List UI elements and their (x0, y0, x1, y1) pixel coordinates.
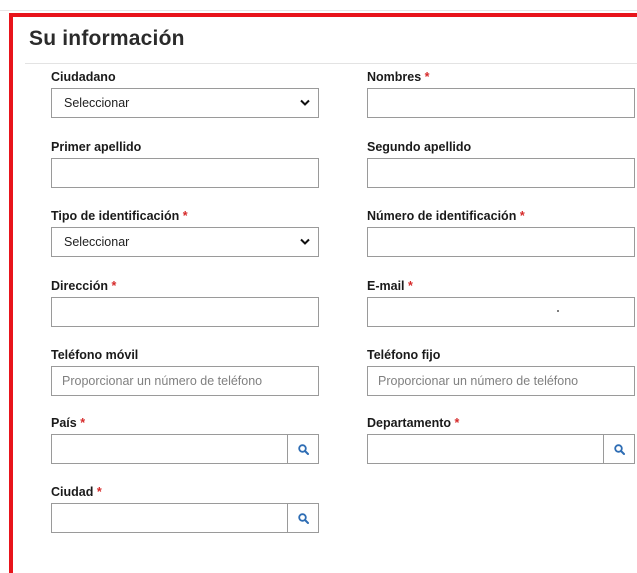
email-label: E-mail (367, 279, 405, 293)
chevron-down-icon (300, 99, 310, 106)
numero-identificacion-label: Número de identificación (367, 209, 517, 223)
pais-field: País * (51, 416, 319, 464)
chevron-down-icon (300, 238, 310, 245)
ciudad-label: Ciudad (51, 485, 94, 499)
ciudadano-select[interactable]: Seleccionar (51, 88, 319, 118)
page-top-strip (0, 0, 637, 11)
direccion-label: Dirección (51, 279, 108, 293)
section-title: Su información (29, 27, 185, 50)
input-artifact (557, 310, 559, 312)
required-marker: * (519, 209, 525, 223)
telefono-movil-input[interactable] (51, 366, 319, 396)
departamento-search-button[interactable] (603, 434, 635, 464)
ciudadano-field: Ciudadano Seleccionar (51, 70, 319, 118)
ciudad-field: Ciudad * (51, 485, 319, 533)
pais-input[interactable] (51, 434, 288, 464)
segundo-apellido-field: Segundo apellido (367, 140, 635, 188)
required-marker: * (454, 416, 460, 430)
required-marker: * (80, 416, 86, 430)
search-icon (298, 513, 309, 524)
departamento-input[interactable] (367, 434, 604, 464)
numero-identificacion-field: Número de identificación * (367, 209, 635, 257)
title-divider (25, 63, 637, 64)
email-input-wrap (367, 297, 635, 327)
tipo-identificacion-selected-value: Seleccionar (64, 235, 130, 249)
nombres-field: Nombres * (367, 70, 635, 118)
segundo-apellido-label: Segundo apellido (367, 140, 472, 154)
telefono-movil-field: Teléfono móvil (51, 348, 319, 396)
ciudad-search-button[interactable] (287, 503, 319, 533)
segundo-apellido-input[interactable] (367, 158, 635, 188)
pais-label: País (51, 416, 77, 430)
numero-identificacion-input[interactable] (367, 227, 635, 257)
email-field: E-mail * (367, 279, 635, 327)
departamento-lookup (367, 434, 635, 464)
required-marker: * (111, 279, 117, 293)
required-marker: * (424, 70, 430, 84)
primer-apellido-input[interactable] (51, 158, 319, 188)
direccion-input[interactable] (51, 297, 319, 327)
telefono-fijo-label: Teléfono fijo (367, 348, 441, 362)
your-information-panel: Su información Ciudadano Seleccionar Nom… (9, 13, 637, 573)
nombres-input[interactable] (367, 88, 635, 118)
pais-search-button[interactable] (287, 434, 319, 464)
ciudadano-label: Ciudadano (51, 70, 116, 84)
ciudad-input[interactable] (51, 503, 288, 533)
search-icon (298, 444, 309, 455)
departamento-label: Departamento (367, 416, 452, 430)
primer-apellido-label: Primer apellido (51, 140, 142, 154)
departamento-field: Departamento * (367, 416, 635, 464)
primer-apellido-field: Primer apellido (51, 140, 319, 188)
telefono-movil-label: Teléfono móvil (51, 348, 139, 362)
pais-lookup (51, 434, 319, 464)
ciudad-lookup (51, 503, 319, 533)
ciudadano-selected-value: Seleccionar (64, 96, 130, 110)
required-marker: * (182, 209, 188, 223)
tipo-identificacion-field: Tipo de identificación * Seleccionar (51, 209, 319, 257)
direccion-field: Dirección * (51, 279, 319, 327)
tipo-identificacion-select[interactable]: Seleccionar (51, 227, 319, 257)
required-marker: * (96, 485, 102, 499)
nombres-label: Nombres (367, 70, 422, 84)
telefono-fijo-input[interactable] (367, 366, 635, 396)
required-marker: * (408, 279, 413, 293)
email-input[interactable] (367, 297, 635, 327)
telefono-fijo-field: Teléfono fijo (367, 348, 635, 396)
search-icon (614, 444, 625, 455)
tipo-identificacion-label: Tipo de identificación (51, 209, 180, 223)
